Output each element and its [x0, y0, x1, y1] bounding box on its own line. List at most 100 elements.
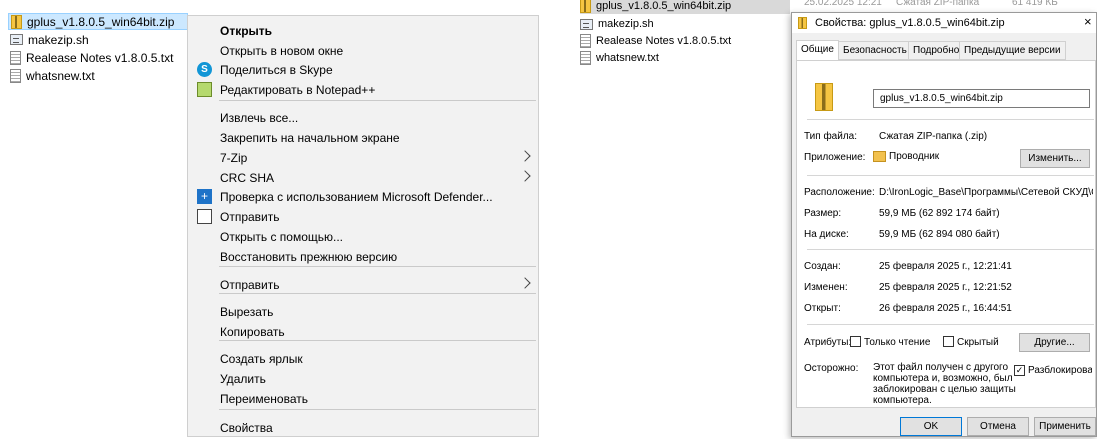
properties-dialog: Свойства: gplus_v1.8.0.5_win64bit.zip × … [791, 12, 1097, 437]
unblock-checkbox[interactable]: ✓ [1014, 365, 1025, 376]
file-name: gplus_v1.8.0.5_win64bit.zip [596, 0, 732, 12]
file-name: Realease Notes v1.8.0.5.txt [596, 35, 732, 47]
attributes-label: Атрибуты: [804, 337, 852, 348]
menu-item[interactable]: Отправить [188, 206, 538, 228]
chevron-right-icon [519, 170, 531, 182]
divider [807, 324, 1094, 325]
type-value: Сжатая ZIP-папка (.zip) [879, 131, 988, 142]
file-item[interactable]: whatsnew.txt [10, 67, 95, 84]
menu-item-label: Проверка с использованием Microsoft Defe… [220, 190, 493, 204]
menu-item[interactable]: S Поделиться в Skype [188, 59, 538, 81]
location-label: Расположение: [804, 187, 875, 198]
divider [807, 119, 1094, 120]
zip-folder-icon [580, 0, 591, 13]
menu-item[interactable]: Создать ярлык [188, 348, 538, 370]
file-item[interactable]: gplus_v1.8.0.5_win64bit.zip [580, 0, 790, 14]
general-panel: gplus_v1.8.0.5_win64bit.zip Тип файла: С… [796, 60, 1096, 408]
menu-separator [219, 293, 536, 294]
file-item[interactable]: Realease Notes v1.8.0.5.txt [10, 49, 173, 66]
menu-item-label: CRC SHA [220, 171, 275, 185]
other-attributes-button[interactable]: Другие... [1019, 333, 1090, 352]
menu-item[interactable]: Переименовать [188, 388, 538, 410]
menu-item[interactable]: Открыть с помощью... [188, 226, 538, 248]
tab-details[interactable]: Подробно [908, 41, 965, 60]
menu-item-label: Переименовать [220, 392, 308, 406]
explorer-icon [873, 151, 886, 162]
file-item[interactable]: whatsnew.txt [580, 50, 659, 66]
dialog-title: Свойства: gplus_v1.8.0.5_win64bit.zip [815, 17, 1005, 29]
zip-folder-icon [798, 17, 807, 29]
menu-item-label: Открыть [220, 24, 273, 38]
menu-separator [219, 100, 536, 101]
cancel-button[interactable]: Отмена [967, 417, 1029, 436]
file-name: gplus_v1.8.0.5_win64bit.zip [27, 14, 175, 29]
menu-item[interactable]: Удалить [188, 368, 538, 390]
menu-item[interactable]: 7-Zip [188, 147, 538, 169]
menu-item-label: Извлечь все... [220, 111, 299, 125]
menu-item-label: Открыть с помощью... [220, 230, 344, 244]
menu-item-label: 7-Zip [220, 151, 248, 165]
opened-label: Открыт: [804, 303, 841, 314]
tab-general[interactable]: Общие [796, 40, 839, 61]
menu-item[interactable]: Открыть [188, 20, 538, 42]
created-label: Создан: [804, 261, 841, 272]
warning-label: Осторожно: [804, 363, 859, 374]
menu-item[interactable]: + Проверка с использованием Microsoft Def… [188, 186, 538, 208]
text-file-icon [580, 51, 591, 65]
created-value: 25 февраля 2025 г., 12:21:41 [879, 261, 1012, 272]
menu-item-label: Закрепить на начальном экране [220, 131, 400, 145]
defender-icon: + [197, 189, 212, 204]
divider [807, 175, 1094, 176]
file-name: Realease Notes v1.8.0.5.txt [26, 50, 174, 65]
close-icon[interactable]: × [1084, 14, 1092, 29]
menu-item[interactable]: Извлечь все... [188, 107, 538, 129]
share-icon [197, 209, 212, 224]
menu-item-label: Отправить [220, 278, 280, 292]
menu-item-label: Создать ярлык [220, 352, 303, 366]
file-item[interactable]: Realease Notes v1.8.0.5.txt [580, 33, 731, 49]
chevron-right-icon [519, 277, 531, 289]
menu-item-label: Поделиться в Skype [220, 63, 333, 77]
menu-item[interactable]: Свойства [188, 417, 538, 439]
modified-value: 25 февраля 2025 г., 12:21:52 [879, 282, 1012, 293]
dialog-title-bar: Свойства: gplus_v1.8.0.5_win64bit.zip × [792, 13, 1096, 33]
file-item[interactable]: makezip.sh [10, 31, 89, 48]
zip-folder-icon [11, 14, 22, 29]
tab-security[interactable]: Безопасность [838, 41, 912, 60]
size-label: Размер: [804, 208, 842, 219]
unblock-label: Разблокировать [1028, 365, 1092, 376]
menu-item-label: Редактировать в Notepad++ [220, 83, 376, 97]
filename-field[interactable]: gplus_v1.8.0.5_win64bit.zip [873, 89, 1090, 108]
disk-size-value: 59,9 МБ (62 894 080 байт) [879, 229, 1000, 240]
hidden-checkbox[interactable] [943, 336, 954, 347]
apply-button[interactable]: Применить [1034, 417, 1096, 436]
file-name: whatsnew.txt [596, 52, 659, 64]
type-label: Тип файла: [804, 131, 857, 142]
zip-folder-icon [815, 83, 833, 111]
size-value: 59,9 МБ (62 892 174 байт) [879, 208, 1000, 219]
ok-button[interactable]: OK [900, 417, 962, 436]
text-file-icon [10, 68, 21, 83]
warning-text: Этот файл получен с другого компьютера и… [873, 362, 1016, 406]
file-item[interactable]: makezip.sh [580, 16, 654, 32]
menu-item[interactable]: Восстановить прежнюю версию [188, 246, 538, 268]
menu-item[interactable]: Вырезать [188, 301, 538, 323]
menu-item-label: Копировать [220, 325, 285, 339]
change-button[interactable]: Изменить... [1020, 149, 1090, 168]
disk-size-label: На диске: [804, 229, 849, 240]
menu-item[interactable]: Редактировать в Notepad++ [188, 79, 538, 101]
readonly-checkbox[interactable] [850, 336, 861, 347]
file-item[interactable]: gplus_v1.8.0.5_win64bit.zip [8, 13, 188, 30]
menu-item-label: Восстановить прежнюю версию [220, 250, 398, 264]
opened-value: 26 февраля 2025 г., 16:44:51 [879, 303, 1012, 314]
menu-separator [219, 340, 536, 341]
tab-previous-versions[interactable]: Предыдущие версии [959, 41, 1066, 60]
menu-item-label: Свойства [220, 421, 273, 435]
divider [807, 249, 1094, 250]
menu-item-label: Удалить [220, 372, 266, 386]
file-name: whatsnew.txt [26, 68, 95, 83]
hidden-label: Скрытый [957, 337, 999, 348]
menu-item[interactable]: Закрепить на начальном экране [188, 127, 538, 149]
right-file-details: 25.02.2025 12:21 Сжатая ZIP-папка 61 419… [804, 0, 1058, 8]
shell-script-icon [580, 18, 593, 30]
